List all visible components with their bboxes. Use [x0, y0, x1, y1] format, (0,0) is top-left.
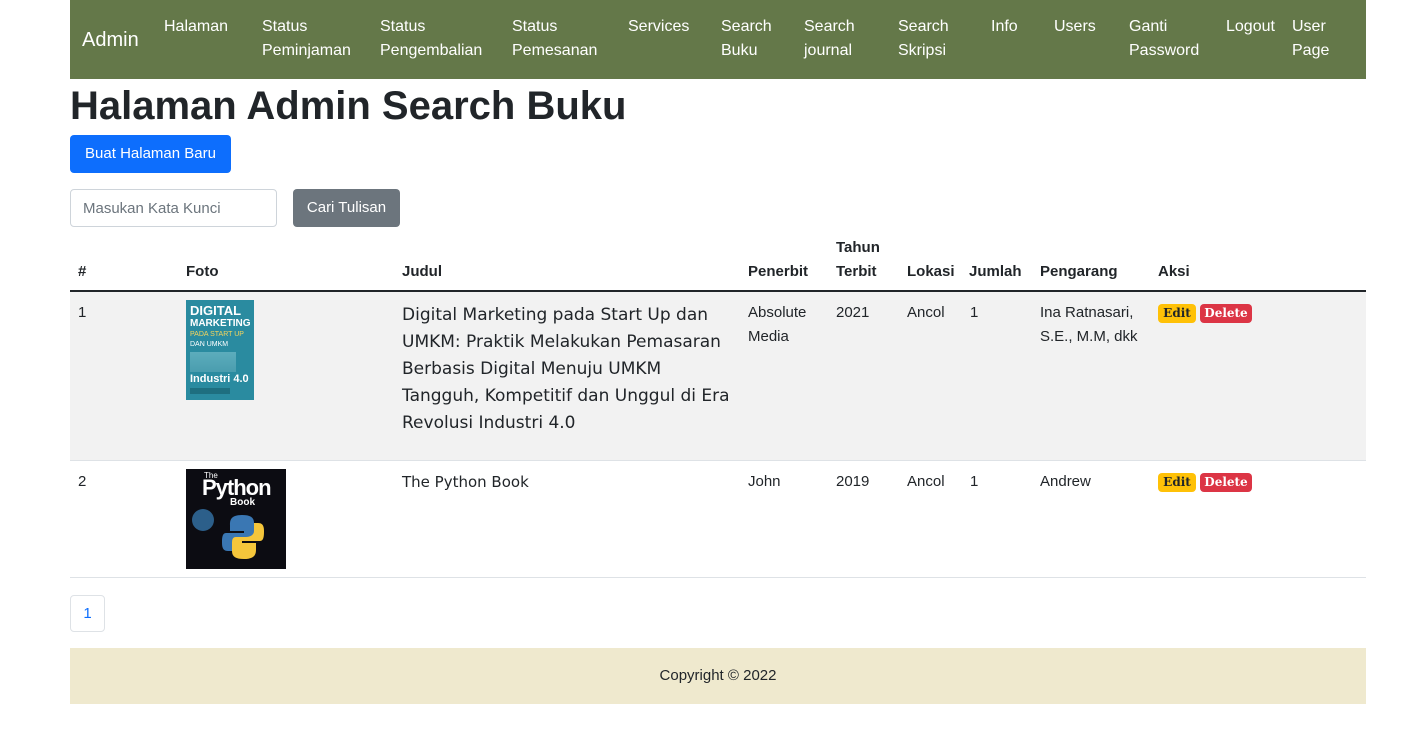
nav-label: Status — [262, 18, 308, 35]
cell-lokasi: Ancol — [907, 473, 945, 490]
pengarang-line: Ina Ratnasari, — [1040, 304, 1134, 321]
cell-tahun: 2021 — [836, 304, 870, 321]
books-table: # Foto Judul Penerbit Tahun Terbit Lokasi… — [70, 235, 1366, 578]
nav-item-search-skripsi[interactable]: Search Skripsi — [898, 15, 949, 63]
nav-label: Pengembalian — [380, 42, 483, 59]
nav-label: Status — [512, 18, 558, 35]
nav-label: Info — [991, 18, 1018, 35]
pengarang-line: S.E., M.M, dkk — [1040, 328, 1138, 345]
cell-judul: The Python Book — [402, 473, 529, 491]
nav-item-status-pengembalian[interactable]: Status Pengembalian — [380, 15, 482, 63]
col-header-jumlah: Jumlah — [969, 263, 1022, 280]
nav-item-services[interactable]: Services — [628, 15, 689, 39]
cover-title: DIGITAL — [190, 303, 242, 318]
nav-item-ganti-password[interactable]: Ganti Password — [1129, 15, 1199, 63]
col-header-tahun-line: Terbit — [836, 263, 877, 280]
penerbit-line: Media — [748, 328, 789, 345]
col-header-judul: Judul — [402, 263, 442, 280]
book-cover-image: DIGITAL MARKETING PADA START UP DAN UMKM… — [186, 300, 254, 400]
nav-item-search-journal[interactable]: Search journal — [804, 15, 855, 63]
nav-item-status-peminjaman[interactable]: Status Peminjaman — [262, 15, 351, 63]
pagination-page-1[interactable]: 1 — [70, 595, 105, 632]
col-header-no: # — [78, 263, 87, 280]
top-navbar: Admin Halaman Status Peminjaman Status Pen… — [70, 0, 1366, 79]
nav-label: Search — [804, 18, 855, 35]
edit-button[interactable]: Edit — [1158, 304, 1196, 323]
create-page-button[interactable]: Buat Halaman Baru — [70, 135, 231, 173]
cell-lokasi: Ancol — [907, 304, 945, 321]
delete-button[interactable]: Delete — [1200, 473, 1252, 492]
nav-item-info[interactable]: Info — [991, 15, 1018, 39]
search-button[interactable]: Cari Tulisan — [293, 189, 400, 227]
search-input[interactable] — [70, 189, 277, 227]
col-header-tahun: Tahun Terbit — [836, 236, 880, 284]
page-title: Halaman Admin Search Buku — [70, 84, 627, 128]
judul-line: Berbasis Digital Menuju UMKM — [402, 359, 662, 379]
edit-button[interactable]: Edit — [1158, 473, 1196, 492]
nav-label: Password — [1129, 42, 1200, 59]
table-header: # Foto Judul Penerbit Tahun Terbit Lokasi… — [70, 235, 1366, 292]
nav-label: Services — [628, 18, 690, 35]
cell-pengarang: Andrew — [1040, 473, 1091, 490]
footer: Copyright © 2022 — [70, 648, 1366, 704]
cell-pengarang: Ina Ratnasari, S.E., M.M, dkk — [1040, 301, 1138, 349]
nav-label: Page — [1292, 42, 1330, 59]
nav-label: Search — [721, 18, 772, 35]
cover-subtitle: DAN UMKM — [190, 341, 229, 348]
cell-penerbit: Absolute Media — [748, 301, 806, 349]
nav-item-status-pemesanan[interactable]: Status Pemesanan — [512, 15, 597, 63]
col-header-aksi: Aksi — [1158, 263, 1190, 280]
judul-line: Revolusi Industri 4.0 — [402, 413, 576, 433]
nav-label: Skripsi — [898, 42, 947, 59]
col-header-lokasi: Lokasi — [907, 263, 955, 280]
cover-title: MARKETING — [190, 318, 251, 329]
copyright-text: Copyright © 2022 — [659, 667, 777, 684]
cell-judul: Digital Marketing pada Start Up dan UMKM… — [402, 302, 732, 437]
nav-label: journal — [804, 42, 853, 59]
nav-item-user-page[interactable]: User Page — [1292, 15, 1329, 63]
judul-line: Tangguh, Kompetitif dan Unggul di Era — [402, 386, 730, 406]
cell-jumlah: 1 — [970, 304, 979, 321]
nav-item-search-buku[interactable]: Search Buku — [721, 15, 772, 63]
python-logo-icon — [222, 515, 264, 559]
judul-line: UMKM: Praktik Melakukan Pemasaran — [402, 332, 721, 352]
nav-label: Ganti — [1129, 18, 1168, 35]
navbar-brand[interactable]: Admin — [82, 28, 139, 52]
cover-subtitle: PADA START UP — [190, 331, 244, 338]
cover-decoration — [190, 352, 236, 372]
cover-decoration — [190, 388, 230, 394]
cover-title: Python — [202, 475, 272, 500]
nav-label: Users — [1054, 18, 1096, 35]
cell-no: 1 — [78, 304, 87, 321]
nav-item-halaman[interactable]: Halaman — [164, 15, 228, 39]
nav-label: Halaman — [164, 18, 229, 35]
table-row: 2 The Python Book The Python Book John 2… — [70, 461, 1366, 578]
delete-button[interactable]: Delete — [1200, 304, 1252, 323]
book-cover-image: The Python Book — [186, 469, 286, 569]
cell-no: 2 — [78, 473, 87, 490]
nav-item-users[interactable]: Users — [1054, 15, 1096, 39]
nav-label: Buku — [721, 42, 758, 59]
nav-label: Peminjaman — [262, 42, 351, 59]
judul-line: Digital Marketing pada Start Up dan — [402, 305, 709, 325]
cell-jumlah: 1 — [970, 473, 979, 490]
col-header-foto: Foto — [186, 263, 219, 280]
nav-label: Logout — [1226, 18, 1275, 35]
cover-decoration — [192, 509, 214, 531]
nav-label: Status — [380, 18, 426, 35]
nav-label: Pemesanan — [512, 42, 598, 59]
nav-item-logout[interactable]: Logout — [1226, 15, 1275, 39]
cover-subtitle: Industri 4.0 — [190, 373, 249, 385]
table-row: 1 DIGITAL MARKETING PADA START UP DAN UM… — [70, 292, 1366, 461]
cell-penerbit: John — [748, 473, 781, 490]
nav-label: Search — [898, 18, 949, 35]
nav-label: User — [1292, 18, 1326, 35]
cover-subtitle: Book — [230, 497, 255, 508]
penerbit-line: Absolute — [748, 304, 807, 321]
page-container: Admin Halaman Status Peminjaman Status Pen… — [70, 0, 1366, 704]
col-header-tahun-line: Tahun — [836, 239, 880, 256]
col-header-pengarang: Pengarang — [1040, 263, 1118, 280]
cell-tahun: 2019 — [836, 473, 870, 490]
col-header-penerbit: Penerbit — [748, 263, 809, 280]
